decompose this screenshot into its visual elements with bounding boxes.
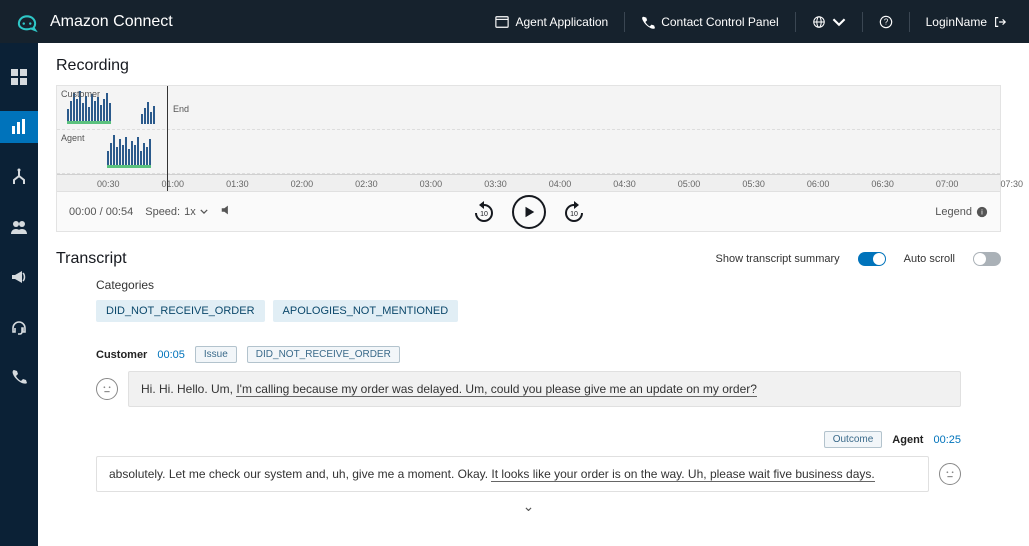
sidebar-users[interactable]: [0, 211, 38, 243]
playback-controls: 10 10: [472, 195, 586, 229]
turn-tag[interactable]: Outcome: [824, 431, 883, 448]
sidebar-routing[interactable]: [0, 161, 38, 193]
end-marker: End: [173, 104, 189, 114]
time-axis: 00:30 01:00 01:30 02:00 02:30 03:00 03:30 04:00…: [57, 174, 1000, 191]
transcript-turn-agent: Outcome Agent 00:25 absolutely. Let me c…: [96, 431, 961, 492]
speed-control[interactable]: Speed: 1x: [145, 206, 208, 218]
chevron-down-icon: [200, 209, 208, 214]
time-tick: 00:30: [97, 179, 120, 189]
waveform-customer-row: Customer End: [57, 86, 1000, 130]
window-icon: [495, 15, 509, 29]
svg-text:10: 10: [480, 211, 488, 218]
brand-title: Amazon Connect: [50, 13, 173, 31]
time-tick: 07:30: [1000, 179, 1023, 189]
expand-transcript[interactable]: ⌄: [56, 498, 1001, 515]
time-tick: 04:30: [613, 179, 636, 189]
time-tick: 02:00: [291, 179, 314, 189]
time-tick: 01:00: [162, 179, 185, 189]
sidebar-analytics[interactable]: [0, 111, 38, 143]
forward-10-button[interactable]: 10: [562, 200, 586, 224]
login-name-label: LoginName: [926, 15, 987, 29]
time-tick: 01:30: [226, 179, 249, 189]
category-chip[interactable]: DID_NOT_RECEIVE_ORDER: [96, 300, 265, 322]
ccp-label: Contact Control Panel: [661, 15, 778, 29]
summary-toggle[interactable]: [858, 252, 886, 266]
turn-tag[interactable]: DID_NOT_RECEIVE_ORDER: [247, 346, 400, 363]
main-content: Recording Customer End Agent 00:3001:000…: [38, 43, 1029, 546]
sidebar: [0, 43, 38, 546]
sidebar-announce[interactable]: [0, 261, 38, 293]
time-tick: 07:00: [936, 179, 959, 189]
legend-button[interactable]: Legend i: [935, 206, 988, 218]
player-bar: 00:00 / 00:54 Speed: 1x 10 10 Legend i: [57, 191, 1000, 231]
separator: [795, 12, 796, 32]
speaker-label: Customer: [96, 349, 147, 361]
transcript-title: Transcript: [56, 250, 127, 268]
turn-timestamp[interactable]: 00:05: [157, 349, 185, 361]
info-icon: i: [976, 206, 988, 218]
rewind-10-button[interactable]: 10: [472, 200, 496, 224]
category-chips: DID_NOT_RECEIVE_ORDER APOLOGIES_NOT_MENT…: [96, 300, 1001, 322]
category-chip[interactable]: APOLOGIES_NOT_MENTIONED: [273, 300, 459, 322]
waveform-area[interactable]: Customer End Agent 00:3001:0001:3002:000…: [56, 85, 1001, 232]
waveform-agent-label: Agent: [61, 133, 85, 143]
separator: [624, 12, 625, 32]
logout-icon: [993, 15, 1007, 29]
categories-heading: Categories: [96, 278, 1001, 292]
globe-icon: [812, 15, 826, 29]
transcript-header: Transcript Show transcript summary Auto …: [56, 250, 1001, 268]
help-link[interactable]: ?: [871, 15, 901, 29]
phone-icon: [641, 15, 655, 29]
svg-text:?: ?: [883, 17, 888, 26]
time-tick: 05:00: [678, 179, 701, 189]
agent-application-link[interactable]: Agent Application: [487, 15, 616, 29]
turn-text: absolutely. Let me check our system and,…: [96, 456, 929, 492]
time-tick: 03:30: [484, 179, 507, 189]
contact-control-panel-link[interactable]: Contact Control Panel: [633, 15, 786, 29]
svg-text:i: i: [981, 207, 983, 216]
time-tick: 03:00: [420, 179, 443, 189]
time-tick: 06:00: [807, 179, 830, 189]
autoscroll-toggle[interactable]: [973, 252, 1001, 266]
summary-toggle-label: Show transcript summary: [716, 253, 840, 265]
time-tick: 06:30: [871, 179, 894, 189]
svg-text:10: 10: [570, 211, 578, 218]
chevron-down-icon: [832, 15, 846, 29]
agent-bars: [107, 136, 151, 168]
speed-value: 1x: [184, 206, 196, 218]
separator: [909, 12, 910, 32]
help-icon: ?: [879, 15, 893, 29]
agent-application-label: Agent Application: [515, 15, 608, 29]
legend-label: Legend: [935, 206, 972, 218]
time-tick: 05:30: [742, 179, 765, 189]
speaker-label: Agent: [892, 434, 923, 446]
language-menu[interactable]: [804, 15, 854, 29]
sidebar-phone[interactable]: [0, 361, 38, 393]
sentiment-neutral-icon: [96, 378, 118, 400]
time-readout: 00:00 / 00:54: [69, 206, 133, 218]
volume-button[interactable]: [220, 203, 234, 220]
login-name[interactable]: LoginName: [918, 15, 1015, 29]
recording-title: Recording: [56, 57, 1001, 75]
autoscroll-toggle-label: Auto scroll: [904, 253, 955, 265]
time-tick: 04:00: [549, 179, 572, 189]
turn-text: Hi. Hi. Hello. Um, I'm calling because m…: [128, 371, 961, 407]
time-tick: 02:30: [355, 179, 378, 189]
sidebar-headset[interactable]: [0, 311, 38, 343]
waveform-agent-row: Agent: [57, 130, 1000, 174]
connect-logo-icon: [14, 9, 40, 35]
turn-timestamp[interactable]: 00:25: [933, 434, 961, 446]
play-button[interactable]: [512, 195, 546, 229]
sidebar-dashboard[interactable]: [0, 61, 38, 93]
sentiment-neutral-icon: [939, 463, 961, 485]
separator: [862, 12, 863, 32]
customer-bars-2: [141, 92, 155, 124]
turn-tag[interactable]: Issue: [195, 346, 237, 363]
transcript-turn-customer: Customer 00:05 Issue DID_NOT_RECEIVE_ORD…: [96, 346, 961, 407]
waveform-customer-label: Customer: [61, 89, 100, 99]
speed-label: Speed:: [145, 206, 180, 218]
top-bar: Amazon Connect Agent Application Contact…: [0, 0, 1029, 43]
